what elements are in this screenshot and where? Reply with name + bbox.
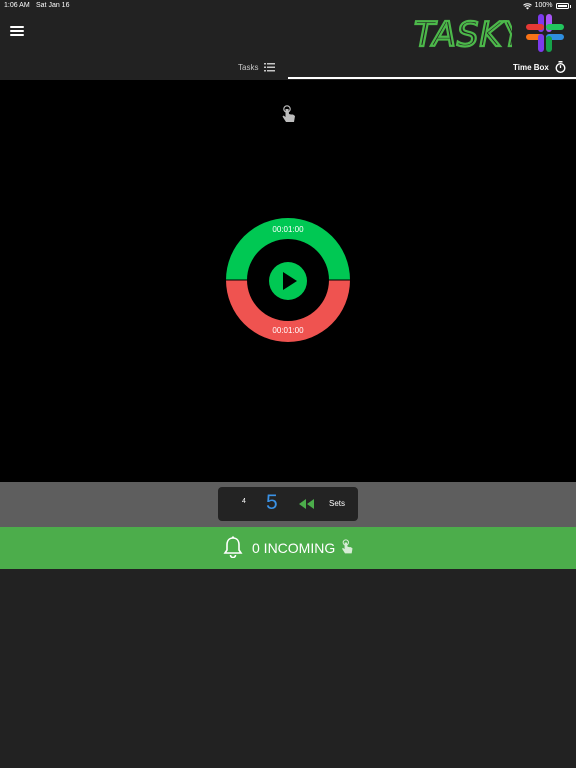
tasky-logo-text: TASKY: [413, 14, 512, 54]
app-screen: 1:06 AM Sat Jan 16 100% TASKY T: [0, 0, 576, 768]
tab-tasks[interactable]: Tasks: [238, 54, 276, 80]
stopwatch-icon: [555, 61, 566, 73]
tap-hand-icon: [342, 539, 353, 554]
rewind-icon[interactable]: [298, 498, 316, 510]
sets-panel: 4 5 Sets: [218, 487, 358, 521]
wifi-icon: [522, 2, 532, 9]
colorful-hash-logo-icon: [526, 14, 564, 52]
tap-hand-icon: [282, 105, 295, 122]
incoming-count-label: 0 INCOMING: [252, 540, 336, 556]
play-button[interactable]: [269, 262, 307, 300]
tab-tasks-label: Tasks: [238, 62, 259, 72]
battery-nub: [569, 4, 571, 8]
current-set-number: 5: [266, 491, 278, 514]
status-bar: 1:06 AM Sat Jan 16 100%: [0, 0, 576, 12]
status-right: 100%: [522, 0, 571, 12]
battery-percent: 100%: [534, 2, 553, 9]
bell-icon: [223, 536, 243, 558]
rest-time-label: 00:01:00: [272, 326, 304, 335]
sets-bar: 4 5 Sets: [0, 482, 576, 527]
hamburger-menu-icon[interactable]: [10, 26, 24, 38]
logo-text: TASKY: [414, 15, 512, 54]
battery-icon: [555, 3, 569, 9]
status-date: Sat Jan 16: [36, 2, 70, 9]
work-time-label: 00:01:00: [272, 225, 304, 234]
list-icon: [264, 62, 276, 71]
incoming-button[interactable]: 0 INCOMING: [0, 527, 576, 569]
previous-set-number: 4: [242, 498, 246, 505]
sets-label: Sets: [329, 499, 346, 508]
tab-time-box-label: Time Box: [513, 62, 549, 72]
status-time: 1:06 AM: [4, 2, 30, 9]
tab-selected-indicator: [288, 77, 576, 79]
